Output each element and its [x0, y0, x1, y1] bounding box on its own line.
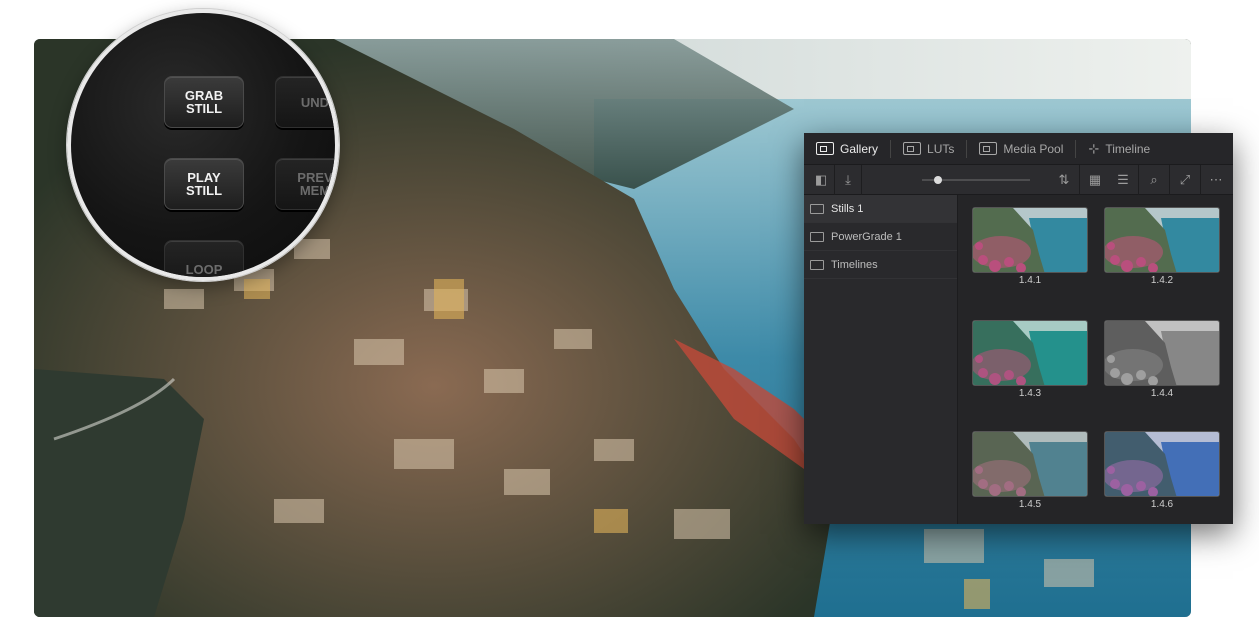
sort-icon[interactable]: ⇅	[1051, 169, 1077, 191]
still-label: 1.4.1	[1018, 275, 1042, 286]
hero-stage: GRAB STILL UND PLAY STILL PREV MEM LOOP …	[0, 0, 1259, 632]
gallery-panel: Gallery LUTs Media Pool ⊹ Timeline ◧ ⤓ ⇅…	[804, 133, 1233, 524]
sidebar-toggle-icon[interactable]: ◧	[808, 169, 834, 191]
still-label: 1.4.5	[1018, 499, 1042, 510]
album-label: Stills 1	[831, 202, 864, 215]
still-thumbnail	[1104, 320, 1220, 386]
still-item[interactable]: 1.4.4	[1104, 320, 1220, 399]
toolbar-divider	[1079, 165, 1080, 195]
album-powergrade-1[interactable]: PowerGrade 1	[804, 223, 957, 251]
toolbar-divider	[1169, 165, 1170, 195]
powergrade-album-icon	[810, 231, 824, 242]
tab-gallery[interactable]: Gallery	[804, 133, 890, 165]
still-item[interactable]: 1.4.2	[1104, 207, 1220, 286]
tab-luts[interactable]: LUTs	[891, 133, 966, 165]
timeline-icon: ⊹	[1088, 140, 1100, 156]
album-timelines[interactable]: Timelines	[804, 251, 957, 279]
expand-icon[interactable]: ⤢	[1172, 169, 1198, 191]
panel-tabs: Gallery LUTs Media Pool ⊹ Timeline	[804, 133, 1233, 165]
tab-luts-label: LUTs	[927, 141, 955, 156]
still-item[interactable]: 1.4.6	[1104, 431, 1220, 510]
toolbar-right-group: ⇅ ▦ ☰ ⌕ ⤢ ⋯	[1051, 165, 1233, 195]
stills-album-icon	[810, 203, 824, 214]
still-thumbnail	[1104, 431, 1220, 497]
still-thumbnail	[972, 320, 1088, 386]
console-magnifier: GRAB STILL UND PLAY STILL PREV MEM LOOP	[67, 9, 339, 281]
tab-media-pool[interactable]: Media Pool	[967, 133, 1075, 165]
tab-gallery-label: Gallery	[840, 141, 879, 156]
slider-knob[interactable]	[934, 176, 943, 184]
toolbar-divider	[1138, 165, 1139, 195]
thumbnail-size-slider[interactable]	[922, 176, 1030, 184]
album-label: PowerGrade 1	[831, 230, 902, 243]
album-stills-1[interactable]: Stills 1	[804, 195, 957, 223]
still-label: 1.4.2	[1150, 275, 1174, 286]
grab-still-key[interactable]: GRAB STILL	[164, 76, 244, 128]
still-item[interactable]: 1.4.1	[972, 207, 1088, 286]
still-thumbnail	[972, 207, 1088, 273]
search-icon[interactable]: ⌕	[1141, 169, 1167, 191]
tab-timeline-label: Timeline	[1105, 141, 1151, 156]
still-item[interactable]: 1.4.3	[972, 320, 1088, 399]
import-icon[interactable]: ⤓	[835, 169, 861, 191]
more-icon[interactable]: ⋯	[1203, 169, 1229, 191]
prev-mem-key[interactable]: PREV MEM	[275, 158, 335, 210]
undo-key[interactable]: UND	[275, 76, 335, 128]
stills-grid: 1.4.1 1.4.2 1.4.3 1.4.4 1.4.5 1.4.6	[958, 195, 1233, 524]
still-label: 1.4.6	[1150, 499, 1174, 510]
gallery-toolbar: ◧ ⤓ ⇅ ▦ ☰ ⌕ ⤢ ⋯	[804, 164, 1233, 195]
tab-timeline[interactable]: ⊹ Timeline	[1076, 133, 1162, 165]
still-label: 1.4.3	[1018, 388, 1042, 399]
still-thumbnail	[972, 431, 1088, 497]
timelines-album-icon	[810, 259, 824, 270]
play-still-key[interactable]: PLAY STILL	[164, 158, 244, 210]
toolbar-divider	[861, 164, 862, 195]
still-item[interactable]: 1.4.5	[972, 431, 1088, 510]
still-label: 1.4.4	[1150, 388, 1174, 399]
toolbar-divider	[1200, 165, 1201, 195]
gallery-icon	[816, 142, 834, 155]
album-label: Timelines	[831, 258, 878, 271]
still-thumbnail	[1104, 207, 1220, 273]
loop-key[interactable]: LOOP	[164, 240, 244, 277]
luts-icon	[903, 142, 922, 155]
list-view-icon[interactable]: ☰	[1110, 169, 1136, 191]
album-list: Stills 1 PowerGrade 1 Timelines	[804, 195, 958, 524]
media-pool-icon	[979, 142, 998, 155]
gallery-body: Stills 1 PowerGrade 1 Timelines 1.4.1 1.…	[804, 195, 1233, 524]
grid-view-icon[interactable]: ▦	[1082, 169, 1108, 191]
tab-media-pool-label: Media Pool	[1003, 141, 1064, 156]
